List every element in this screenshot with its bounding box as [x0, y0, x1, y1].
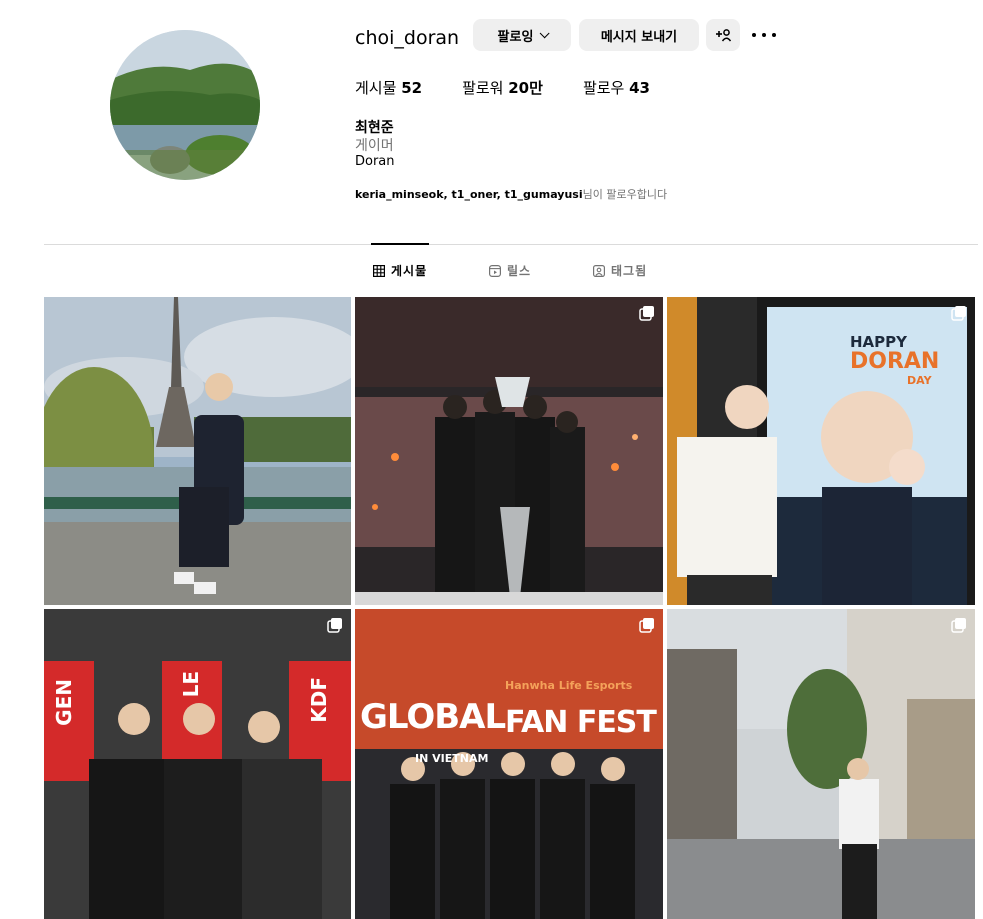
- tabs-divider: [44, 244, 978, 245]
- more-options-icon[interactable]: [752, 26, 776, 44]
- tab-posts-label: 게시물: [391, 264, 428, 278]
- post-tile[interactable]: [667, 609, 975, 919]
- profile-category: 게이머: [355, 138, 394, 154]
- profile-real-name: 최현준: [355, 120, 394, 136]
- fan-fest-stage-photo: [355, 609, 663, 919]
- multiple-photos-icon: [327, 618, 342, 633]
- panel-text-gen: GEN: [52, 679, 76, 726]
- sign-day: DAY: [907, 374, 932, 387]
- multiple-photos-icon: [639, 618, 654, 633]
- sign-happy: HAPPY: [850, 333, 908, 351]
- multiple-photos-icon: [639, 306, 654, 321]
- post-tile[interactable]: [355, 297, 663, 605]
- profile-bio: Doran: [355, 154, 395, 169]
- banner-subtext: IN VIETNAM: [415, 752, 489, 765]
- tab-tagged-label: 태그됨: [611, 264, 648, 278]
- message-button-label: 메시지 보내기: [600, 29, 678, 45]
- tab-tagged[interactable]: 태그됨: [593, 262, 647, 279]
- sign-doran: DORAN: [850, 349, 940, 374]
- post-tile[interactable]: GEN LE KDF: [44, 609, 351, 919]
- profile-avatar[interactable]: [110, 30, 260, 180]
- reels-icon: [489, 264, 501, 277]
- followed-by-text[interactable]: keria_minseok, t1_oner, t1_gumayusi님이 팔로…: [355, 186, 667, 202]
- active-tab-indicator: [371, 243, 429, 245]
- post-tile[interactable]: HAPPY DORAN DAY: [667, 297, 975, 605]
- following-button[interactable]: 팔로잉: [473, 19, 571, 51]
- followers-count[interactable]: 팔로워 20만: [462, 78, 543, 98]
- post-tile[interactable]: Hanwha Life Esports GLOBAL FAN FEST IN V…: [355, 609, 663, 919]
- tab-posts[interactable]: 게시물: [373, 262, 427, 279]
- banner-fan-fest: FAN FEST: [505, 705, 657, 740]
- happy-doran-day-cafe-photo: [667, 297, 975, 605]
- tab-reels-label: 릴스: [507, 264, 532, 278]
- banner-small-text: Hanwha Life Esports: [505, 679, 633, 692]
- banner-global: GLOBAL: [360, 697, 506, 737]
- profile-stats: 게시물 52 팔로워 20만 팔로우 43: [355, 78, 690, 98]
- add-person-icon: [716, 29, 731, 42]
- profile-username: choi_doran: [355, 27, 460, 49]
- multiple-photos-icon: [951, 306, 966, 321]
- add-person-button[interactable]: [706, 19, 740, 51]
- post-tile[interactable]: [44, 297, 351, 605]
- eiffel-tower-photo: [44, 297, 351, 605]
- tagged-icon: [593, 264, 605, 277]
- grid-icon: [373, 264, 385, 277]
- multiple-photos-icon: [951, 618, 966, 633]
- following-button-label: 팔로잉: [497, 29, 534, 45]
- street-photo: [667, 609, 975, 919]
- posts-count: 게시물 52: [355, 79, 423, 97]
- trophy-ceremony-photo: [355, 297, 663, 605]
- tab-reels[interactable]: 릴스: [489, 262, 531, 279]
- chevron-down-icon: [540, 27, 551, 38]
- message-button[interactable]: 메시지 보내기: [579, 19, 699, 51]
- avatar-garden-image: [110, 30, 260, 180]
- event-group-photo: [44, 609, 351, 919]
- panel-text-kdf: KDF: [307, 677, 331, 723]
- following-count[interactable]: 팔로우 43: [583, 78, 650, 98]
- panel-text-le: LE: [179, 671, 203, 698]
